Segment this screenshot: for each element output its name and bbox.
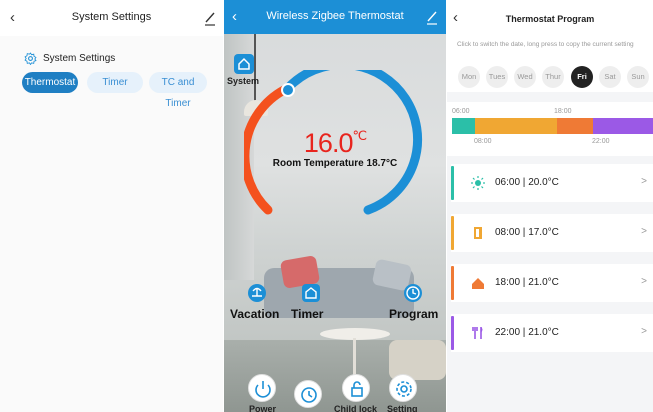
timeline-segment (593, 118, 653, 134)
chevron-right-icon: > (641, 176, 647, 187)
schedule-color-stripe (451, 266, 454, 300)
header: ‹ System Settings (0, 0, 223, 36)
schedule-temp: 21.0°C (528, 327, 559, 338)
mode-label: Timer (102, 77, 128, 88)
header: ‹ Thermostat Program (447, 0, 653, 36)
chevron-right-icon: > (641, 326, 647, 337)
header: ‹ Wireless Zigbee Thermostat (224, 0, 446, 34)
schedule-time: 08:00 (495, 227, 521, 238)
timeline-label: 18:00 (554, 108, 572, 115)
mode-label: Thermostat (24, 77, 76, 88)
sun-icon (471, 176, 485, 190)
timeline-segment (452, 118, 475, 134)
timer-label[interactable]: Timer (291, 307, 323, 321)
day-sat[interactable]: Sat (599, 66, 621, 88)
schedule-temp: 17.0°C (528, 227, 559, 238)
day-fri[interactable]: Fri (571, 66, 593, 88)
system-settings-screen: ‹ System Settings System Settings Thermo… (0, 0, 223, 412)
schedule-item[interactable]: 18:00 | 21.0°C > (451, 264, 653, 302)
setpoint-unit: ℃ (352, 128, 367, 143)
gear-icon (396, 381, 412, 397)
room-temperature: Room Temperature 18.7°C (272, 158, 398, 169)
schedule-item[interactable]: 22:00 | 21.0°C > (451, 314, 653, 352)
timeline-label: 06:00 (452, 108, 470, 115)
power-label: Power (249, 404, 277, 412)
page-title: Wireless Zigbee Thermostat (266, 10, 404, 22)
chevron-right-icon: > (641, 276, 647, 287)
thermostat-program-screen: ‹ Thermostat Program Click to switch the… (447, 0, 653, 412)
power-button[interactable] (248, 374, 276, 402)
child-lock-label: Child lock (334, 404, 378, 412)
schedule-item[interactable]: 08:00 | 17.0°C > (451, 214, 653, 252)
schedule-temp: 21.0°C (528, 277, 559, 288)
timer-icon[interactable] (302, 284, 320, 302)
mode-timer-button[interactable]: Timer (87, 72, 143, 93)
clock-icon (301, 387, 317, 403)
schedule-time: 22:00 (495, 327, 521, 338)
day-label: Tues (488, 72, 506, 81)
home-icon (472, 278, 484, 289)
page-title: System Settings (71, 11, 152, 23)
setting-button[interactable] (389, 374, 417, 402)
timeline-label: 08:00 (474, 138, 492, 145)
day-label: Sat (604, 72, 616, 81)
day-tues[interactable]: Tues (486, 66, 508, 88)
schedule-temp: 20.0°C (528, 177, 559, 188)
program-label[interactable]: Program (389, 307, 438, 321)
section-header: System Settings (24, 50, 115, 66)
day-label: Fri (577, 72, 587, 81)
mode-tc-timer-button[interactable]: TC and Timer (149, 72, 207, 109)
mode-thermostat-button[interactable]: Thermostat (22, 72, 78, 93)
schedule-color-stripe (451, 166, 454, 200)
schedule-time: 18:00 (495, 277, 521, 288)
schedule-time: 06:00 (495, 177, 521, 188)
schedule-text: 18:00 | 21.0°C (495, 277, 559, 288)
day-thur[interactable]: Thur (542, 66, 564, 88)
mode-label: TC and Timer (161, 77, 195, 109)
schedule-color-stripe (451, 216, 454, 250)
power-icon (255, 381, 271, 398)
schedule-text: 06:00 | 20.0°C (495, 177, 559, 188)
timeline-segment (557, 118, 593, 134)
day-mon[interactable]: Mon (458, 66, 480, 88)
day-sun[interactable]: Sun (627, 66, 649, 88)
timeline-segment (475, 118, 557, 134)
day-label: Mon (461, 72, 477, 81)
setpoint-temperature: 16.0℃ (224, 128, 446, 159)
dining-icon (472, 327, 483, 339)
door-icon (474, 227, 482, 239)
clock-icon[interactable] (404, 284, 422, 302)
schedule-button[interactable] (294, 380, 322, 408)
day-label: Sun (631, 72, 645, 81)
gear-icon (24, 51, 37, 65)
lock-icon (351, 381, 363, 397)
child-lock-button[interactable] (342, 374, 370, 402)
schedule-timeline (452, 118, 653, 134)
vacation-icon[interactable] (248, 284, 266, 302)
thermostat-screen: ‹ Wireless Zigbee Thermostat System 16.0… (224, 0, 446, 412)
schedule-item[interactable]: 06:00 | 20.0°C > (451, 164, 653, 202)
setpoint-value: 16.0 (303, 128, 354, 158)
page-title: Thermostat Program (505, 14, 595, 24)
day-wed[interactable]: Wed (514, 66, 536, 88)
day-label: Wed (517, 72, 533, 81)
section-title: System Settings (43, 52, 116, 64)
chevron-right-icon: > (641, 226, 647, 237)
schedule-color-stripe (451, 316, 454, 350)
hint-text: Click to switch the date, long press to … (457, 40, 649, 49)
schedule-text: 08:00 | 17.0°C (495, 227, 559, 238)
schedule-text: 22:00 | 21.0°C (495, 327, 559, 338)
timeline-label: 22:00 (592, 138, 610, 145)
pencil-icon[interactable] (203, 10, 217, 26)
dial-handle (281, 83, 295, 97)
day-label: Thur (545, 72, 561, 81)
vacation-label[interactable]: Vacation (230, 307, 279, 321)
pencil-icon[interactable] (425, 9, 439, 25)
setting-label: Setting (387, 404, 418, 412)
